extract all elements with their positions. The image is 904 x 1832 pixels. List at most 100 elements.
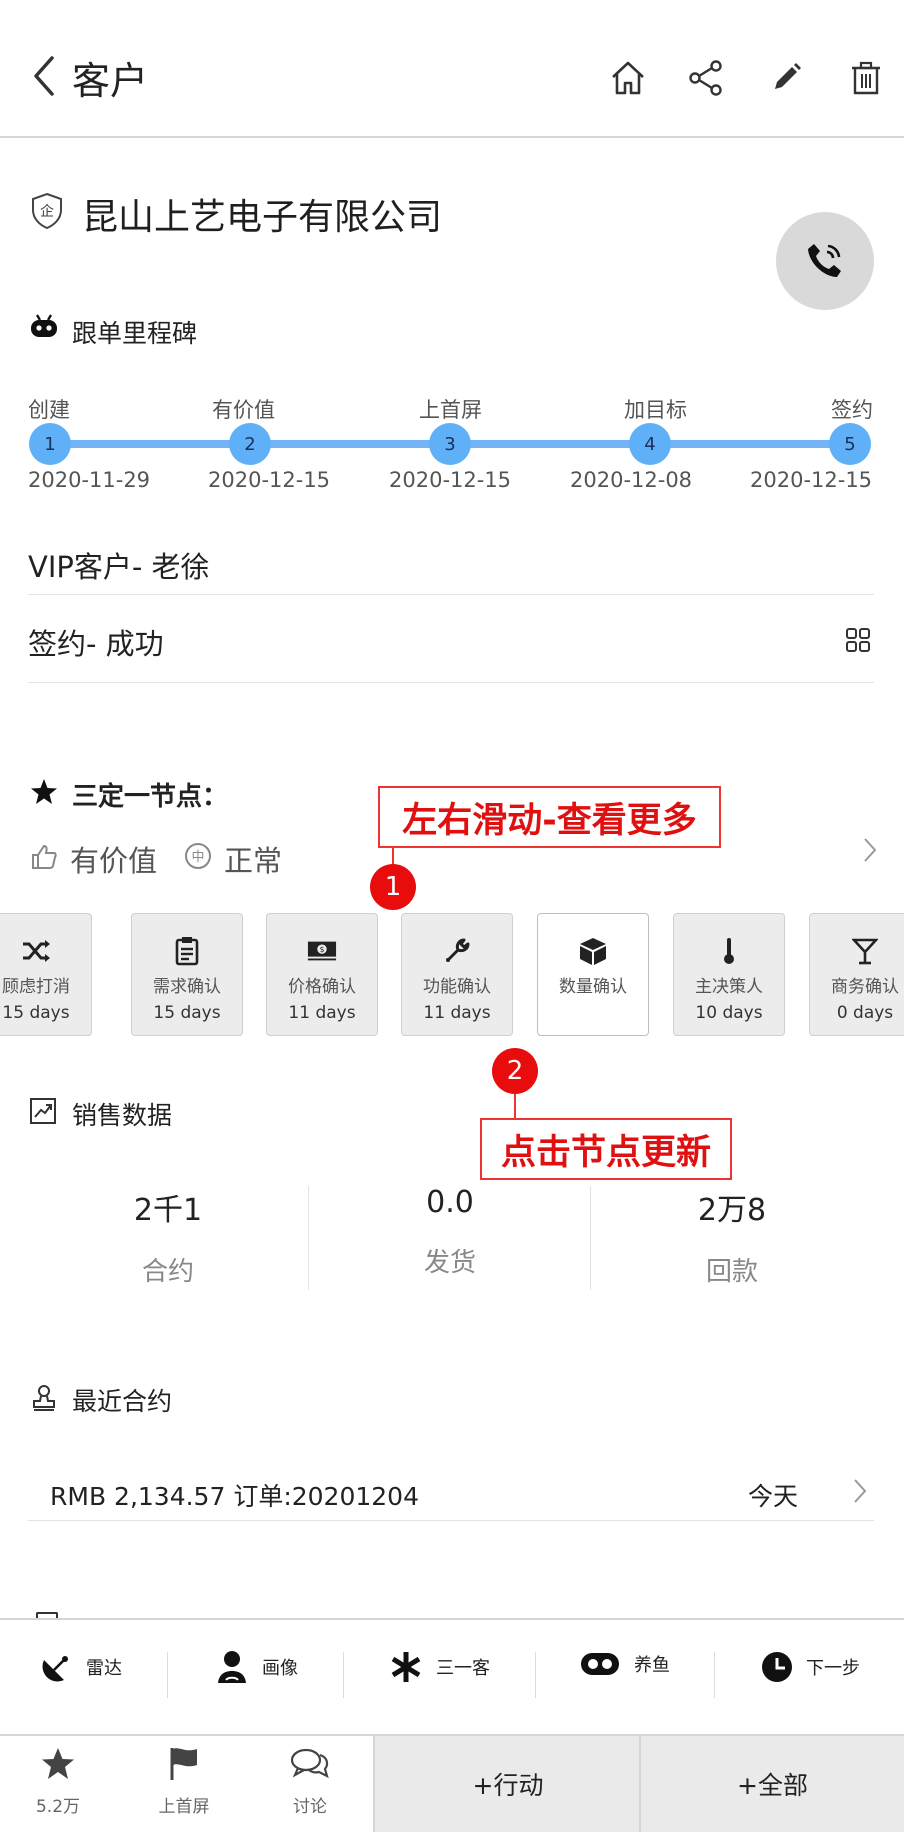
milestone-date: 2020-12-08 bbox=[570, 468, 693, 492]
milestone-label: 有价值 bbox=[212, 398, 275, 422]
clipboard-icon bbox=[172, 936, 202, 966]
milestone-date: 2020-11-29 bbox=[28, 468, 151, 492]
company-name: 昆山上艺电子有限公司 bbox=[82, 197, 443, 238]
node-days: 15 days bbox=[2, 1003, 70, 1023]
radar-button[interactable]: 雷达 bbox=[40, 1650, 122, 1684]
portrait-label: 画像 bbox=[262, 1658, 298, 1679]
vip-customer-row: VIP客户- 老徐 bbox=[28, 550, 210, 584]
money-icon: $ bbox=[307, 936, 337, 966]
milestone-date: 2020-12-15 bbox=[208, 468, 331, 492]
stat-value: 0.0 bbox=[426, 1185, 474, 1220]
chevron-right-icon[interactable] bbox=[862, 836, 878, 864]
node-card[interactable]: 功能确认 11 days bbox=[401, 913, 513, 1036]
node-days: 11 days bbox=[423, 1003, 491, 1023]
chevron-right-icon[interactable] bbox=[853, 1478, 867, 1504]
tab-top-screen[interactable]: 上首屏 bbox=[124, 1744, 244, 1817]
tab-discussion[interactable]: 讨论 bbox=[250, 1744, 370, 1817]
delete-icon[interactable] bbox=[846, 58, 886, 98]
value-status-label: 有价值 bbox=[70, 844, 158, 878]
radar-icon bbox=[40, 1650, 74, 1684]
node-card[interactable]: 需求确认 15 days bbox=[131, 913, 243, 1036]
annotation-badge: 1 bbox=[370, 864, 416, 910]
signed-status-row: 签约- 成功 bbox=[28, 627, 164, 661]
divider bbox=[343, 1652, 344, 1698]
node-name: 商务确认 bbox=[831, 977, 899, 997]
node-name: 数量确认 bbox=[559, 977, 627, 997]
milestone-node[interactable]: 1 bbox=[29, 423, 71, 465]
add-all-button[interactable]: +全部 bbox=[639, 1736, 904, 1832]
home-icon[interactable] bbox=[608, 58, 648, 98]
call-button[interactable] bbox=[776, 212, 874, 310]
normal-status-label: 正常 bbox=[224, 844, 283, 878]
next-step-button[interactable]: 下一步 bbox=[760, 1650, 860, 1684]
tab-top-screen-label: 上首屏 bbox=[158, 1797, 210, 1817]
stat-payment[interactable]: 2万8 回款 bbox=[592, 1185, 872, 1288]
node-days: 0 days bbox=[836, 1003, 894, 1023]
tap-hint-callout: 点击节点更新 bbox=[480, 1118, 732, 1180]
stat-contract[interactable]: 2千1 合约 bbox=[28, 1185, 308, 1288]
sanyike-button[interactable]: 三一客 bbox=[390, 1650, 490, 1684]
milestone-node[interactable]: 2 bbox=[229, 423, 271, 465]
milestone-label: 加目标 bbox=[624, 398, 687, 422]
contract-item-date: 今天 bbox=[748, 1482, 799, 1511]
node-name: 价格确认 bbox=[288, 977, 356, 997]
wrench-icon bbox=[442, 936, 472, 966]
contract-item-text[interactable]: RMB 2,134.57 订单:20201204 bbox=[50, 1477, 419, 1513]
share-icon[interactable] bbox=[686, 58, 726, 98]
annotation-badge: 2 bbox=[492, 1048, 538, 1094]
node-days: 15 days bbox=[153, 1003, 221, 1023]
edit-icon[interactable] bbox=[766, 58, 806, 98]
divider bbox=[28, 1520, 874, 1521]
sales-title: 销售数据 bbox=[72, 1101, 173, 1130]
enterprise-shield-icon: 企 bbox=[30, 192, 64, 230]
divider bbox=[535, 1652, 536, 1698]
milestone-title: 跟单里程碑 bbox=[72, 319, 198, 348]
star-icon bbox=[30, 778, 58, 806]
divider bbox=[167, 1652, 168, 1698]
add-action-button[interactable]: +行动 bbox=[373, 1736, 641, 1832]
stat-shipment[interactable]: 0.0 发货 bbox=[310, 1185, 590, 1279]
next-step-label: 下一步 bbox=[806, 1658, 860, 1679]
fish-icon bbox=[580, 1650, 620, 1678]
trend-chart-icon bbox=[30, 1098, 56, 1124]
svg-text:中: 中 bbox=[191, 850, 204, 865]
robot-icon bbox=[30, 312, 58, 340]
divider bbox=[714, 1652, 715, 1698]
status-circle-icon: 中 bbox=[184, 842, 212, 870]
thermometer-icon bbox=[714, 936, 744, 966]
contracts-title: 最近合约 bbox=[72, 1387, 173, 1416]
stamp-icon bbox=[30, 1384, 58, 1412]
thumbs-up-icon bbox=[30, 843, 58, 871]
callout-connector bbox=[514, 1094, 516, 1118]
stat-label: 回款 bbox=[705, 1257, 758, 1287]
node-name: 顾虑打消 bbox=[2, 977, 70, 997]
fish-button[interactable]: 养鱼 bbox=[580, 1650, 670, 1678]
milestone-node[interactable]: 3 bbox=[429, 423, 471, 465]
page-title: 客户 bbox=[72, 59, 149, 103]
node-card[interactable]: 商务确认 0 days bbox=[809, 913, 904, 1036]
divider bbox=[308, 1186, 309, 1290]
node-name: 功能确认 bbox=[423, 977, 491, 997]
milestone-label: 上首屏 bbox=[419, 398, 482, 422]
grid-icon[interactable] bbox=[846, 628, 870, 652]
milestone-node[interactable]: 4 bbox=[629, 423, 671, 465]
svg-text:$: $ bbox=[320, 945, 325, 954]
person-icon bbox=[216, 1650, 248, 1684]
back-icon[interactable] bbox=[30, 54, 60, 98]
node-name: 主决策人 bbox=[695, 977, 763, 997]
portrait-button[interactable]: 画像 bbox=[216, 1650, 298, 1684]
tab-favorite[interactable]: 5.2万 bbox=[0, 1744, 118, 1817]
node-days: 11 days bbox=[288, 1003, 356, 1023]
stat-label: 合约 bbox=[141, 1257, 194, 1287]
milestone-node[interactable]: 5 bbox=[829, 423, 871, 465]
node-card[interactable]: $ 价格确认 11 days bbox=[266, 913, 378, 1036]
node-card[interactable]: 顾虑打消 15 days bbox=[0, 913, 92, 1036]
swipe-hint-callout: 左右滑动-查看更多 bbox=[378, 786, 721, 848]
divider bbox=[590, 1186, 591, 1290]
node-card[interactable]: 数量确认 bbox=[537, 913, 649, 1036]
node-card[interactable]: 主决策人 10 days bbox=[673, 913, 785, 1036]
radar-label: 雷达 bbox=[86, 1658, 122, 1679]
node-days: 10 days bbox=[695, 1003, 763, 1023]
divider bbox=[28, 682, 874, 683]
stat-value: 2万8 bbox=[697, 1193, 767, 1228]
